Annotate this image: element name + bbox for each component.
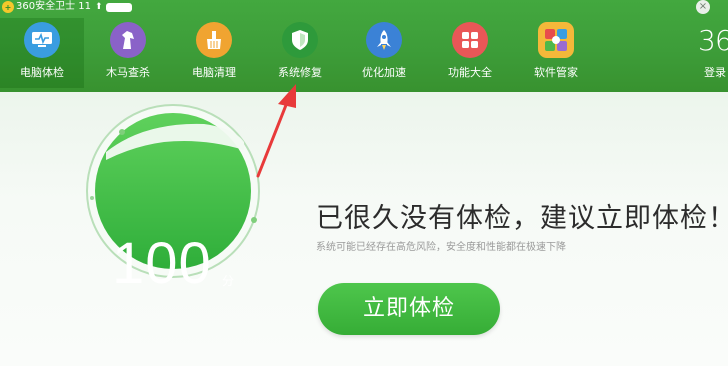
nav-label: 功能大全 xyxy=(448,66,492,79)
nav-item-all-features[interactable]: 功能大全 xyxy=(428,18,512,80)
nav-item-trojan-scan[interactable]: 木马查杀 xyxy=(86,18,170,80)
grid-apps-icon xyxy=(452,22,488,58)
computer-checkup-icon xyxy=(24,22,60,58)
nav-item-system-repair[interactable]: 系统修复 xyxy=(258,18,342,80)
checkup-headline: 已很久没有体检，建议立即体检！ xyxy=(316,203,728,234)
close-button[interactable]: × xyxy=(696,0,710,14)
nav-label: 电脑清理 xyxy=(192,66,236,79)
broom-clean-icon xyxy=(196,22,232,58)
top-toolbar: + 360安全卫士 11 ⬆ × 电脑体检 木马查杀 电脑清理 系统修复 优化加… xyxy=(0,0,728,92)
nav-label: 系统修复 xyxy=(278,66,322,79)
version-badge xyxy=(105,2,132,12)
software-manager-icon xyxy=(538,22,574,58)
rocket-speedup-icon xyxy=(366,22,402,58)
shield-repair-icon xyxy=(282,22,318,58)
upgrade-arrow-icon[interactable]: ⬆ xyxy=(95,2,103,12)
window-title: 360安全卫士 11 xyxy=(16,1,91,12)
nav-item-software-manager[interactable]: 软件管家 xyxy=(514,18,598,80)
nav-item-computer-checkup[interactable]: 电脑体检 xyxy=(0,18,84,88)
health-score: 100 xyxy=(112,231,212,296)
nav-item-optimize[interactable]: 优化加速 xyxy=(342,18,426,80)
horse-trojan-icon xyxy=(110,22,146,58)
title-bar: + 360安全卫士 11 ⬆ xyxy=(2,0,132,14)
nav-label: 软件管家 xyxy=(534,66,578,79)
app-logo-icon: + xyxy=(2,1,14,13)
start-checkup-button[interactable]: 立即体检 xyxy=(318,283,500,335)
nav-label: 电脑体检 xyxy=(20,66,64,79)
nav-label: 优化加速 xyxy=(362,66,406,79)
login-link[interactable]: 登录 xyxy=(704,64,726,80)
nav-label: 木马查杀 xyxy=(106,66,150,79)
score-unit: 分 xyxy=(222,274,235,288)
risk-warning-text: 系统可能已经存在高危风险，安全度和性能都在极速下降 xyxy=(316,242,566,253)
nav-item-computer-clean[interactable]: 电脑清理 xyxy=(172,18,256,80)
brand-360-logo: 36 xyxy=(698,24,728,57)
